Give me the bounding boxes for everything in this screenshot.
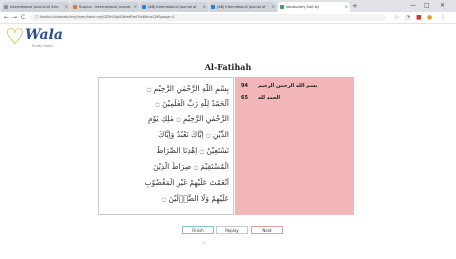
- address-bar[interactable]: ⓘ ilmuku.id/vocabulary/form/hash=eyJ0ZXh…: [30, 14, 386, 21]
- verse-line: الرَّحْمٰنِ الرَّحِيْمِ ۝ مٰلِكِ يَوْمِ: [148, 114, 229, 123]
- verse-line: بِسْمِ اللّٰهِ الرَّحْمٰنِ الرَّحِيْمِ ۝: [146, 84, 229, 93]
- vocab-text: بسم الله الرحمن الرحيم: [258, 83, 318, 89]
- extension-icon[interactable]: ■: [416, 13, 422, 22]
- document-icon: [73, 5, 77, 9]
- maximize-button[interactable]: □: [424, 0, 430, 12]
- tab-label: International Journal of Scie: [10, 5, 59, 9]
- browser-tab-active[interactable]: Vocabulary Sort by ×: [278, 2, 350, 12]
- document-icon: [142, 5, 146, 9]
- minimize-button[interactable]: —: [410, 0, 416, 12]
- close-icon[interactable]: ×: [345, 2, 348, 12]
- next-button[interactable]: Next: [251, 226, 283, 234]
- star-icon[interactable]: ☆: [394, 13, 399, 22]
- site-logo[interactable]: ♡ Wala Study Hadis: [5, 25, 65, 55]
- browser-tab[interactable]: (68) International Journal of ×: [209, 2, 277, 12]
- forward-button[interactable]: →: [12, 13, 17, 22]
- close-icon[interactable]: ×: [203, 2, 206, 12]
- close-window-button[interactable]: ✕: [440, 0, 445, 12]
- browser-toolbar: ← → C ⓘ ilmuku.id/vocabulary/form/hash=e…: [0, 12, 456, 24]
- close-icon[interactable]: ×: [272, 2, 275, 12]
- extension-icon[interactable]: ●: [427, 13, 432, 22]
- heart-icon: ♡: [5, 25, 25, 50]
- verse-line: اَنْعَمْتَ عَلَيْهِمْ غَيْرِ الْمَغْضُوْ…: [144, 178, 229, 187]
- document-icon: [4, 5, 8, 9]
- tab-label: (68) International Journal of: [148, 5, 197, 9]
- document-icon: [280, 5, 284, 9]
- verse-line: عَلَيْهِمْ وَلَا الضَّاۤلِّيْنَ ۝: [161, 194, 229, 203]
- browser-tab[interactable]: Scopus - International journal ×: [71, 2, 139, 12]
- verse-line: الدِّيْنِ ۝ اِيَّاكَ نَعْبُدُ وَاِيَّاكَ: [158, 130, 229, 139]
- tab-label: Scopus - International journal: [79, 5, 131, 9]
- browser-tab[interactable]: International Journal of Scie ×: [2, 2, 70, 12]
- vocab-entry[interactable]: 65 الحمد لله: [241, 93, 351, 103]
- verse-line: اَلْحَمْدُ لِلّٰهِ رَبِّ الْعٰلَمِيْنَ ۝: [155, 99, 229, 108]
- vocabulary-panel: 94 بسم الله الرحمن الرحيم 65 الحمد لله: [235, 77, 354, 215]
- close-icon[interactable]: ×: [134, 2, 137, 12]
- brand-name: Wala: [25, 27, 63, 43]
- tab-label: Vocabulary Sort by: [286, 5, 320, 9]
- new-tab-button[interactable]: +: [352, 0, 358, 12]
- page-title: Al-Fatihah: [204, 62, 252, 72]
- browser-tab[interactable]: (68) International Journal of ×: [140, 2, 208, 12]
- footer-mark: ☐: [202, 240, 206, 245]
- tab-label: (68) International Journal of: [217, 5, 266, 9]
- vocab-entry[interactable]: 94 بسم الله الرحمن الرحيم: [241, 81, 351, 91]
- verse-line: الْمُسْتَقِيْمَ ۝ صِرَاطَ الَّذِيْنَ: [153, 162, 229, 171]
- vocab-count: 94: [241, 83, 248, 89]
- verses-panel: بِسْمِ اللّٰهِ الرَّحْمٰنِ الرَّحِيْمِ ۝…: [98, 77, 234, 215]
- verse-line: نَسْتَعِيْنُ ۝ اِهْدِنَا الصِّرَاطَ: [156, 146, 229, 155]
- document-icon: [211, 5, 215, 9]
- back-button[interactable]: ←: [4, 13, 9, 22]
- brand-tagline: Study Hadis: [32, 44, 54, 48]
- browser-tab-bar: International Journal of Scie × Scopus -…: [0, 0, 456, 12]
- extension-icon[interactable]: ◔: [405, 13, 410, 22]
- vocab-text: الحمد لله: [258, 95, 281, 101]
- close-icon[interactable]: ×: [65, 2, 68, 12]
- reload-button[interactable]: C: [21, 13, 25, 22]
- menu-icon[interactable]: ⋮: [440, 13, 446, 22]
- replay-button[interactable]: Replay: [216, 226, 248, 234]
- finish-button[interactable]: Finish: [182, 226, 214, 234]
- vocab-count: 65: [241, 95, 248, 101]
